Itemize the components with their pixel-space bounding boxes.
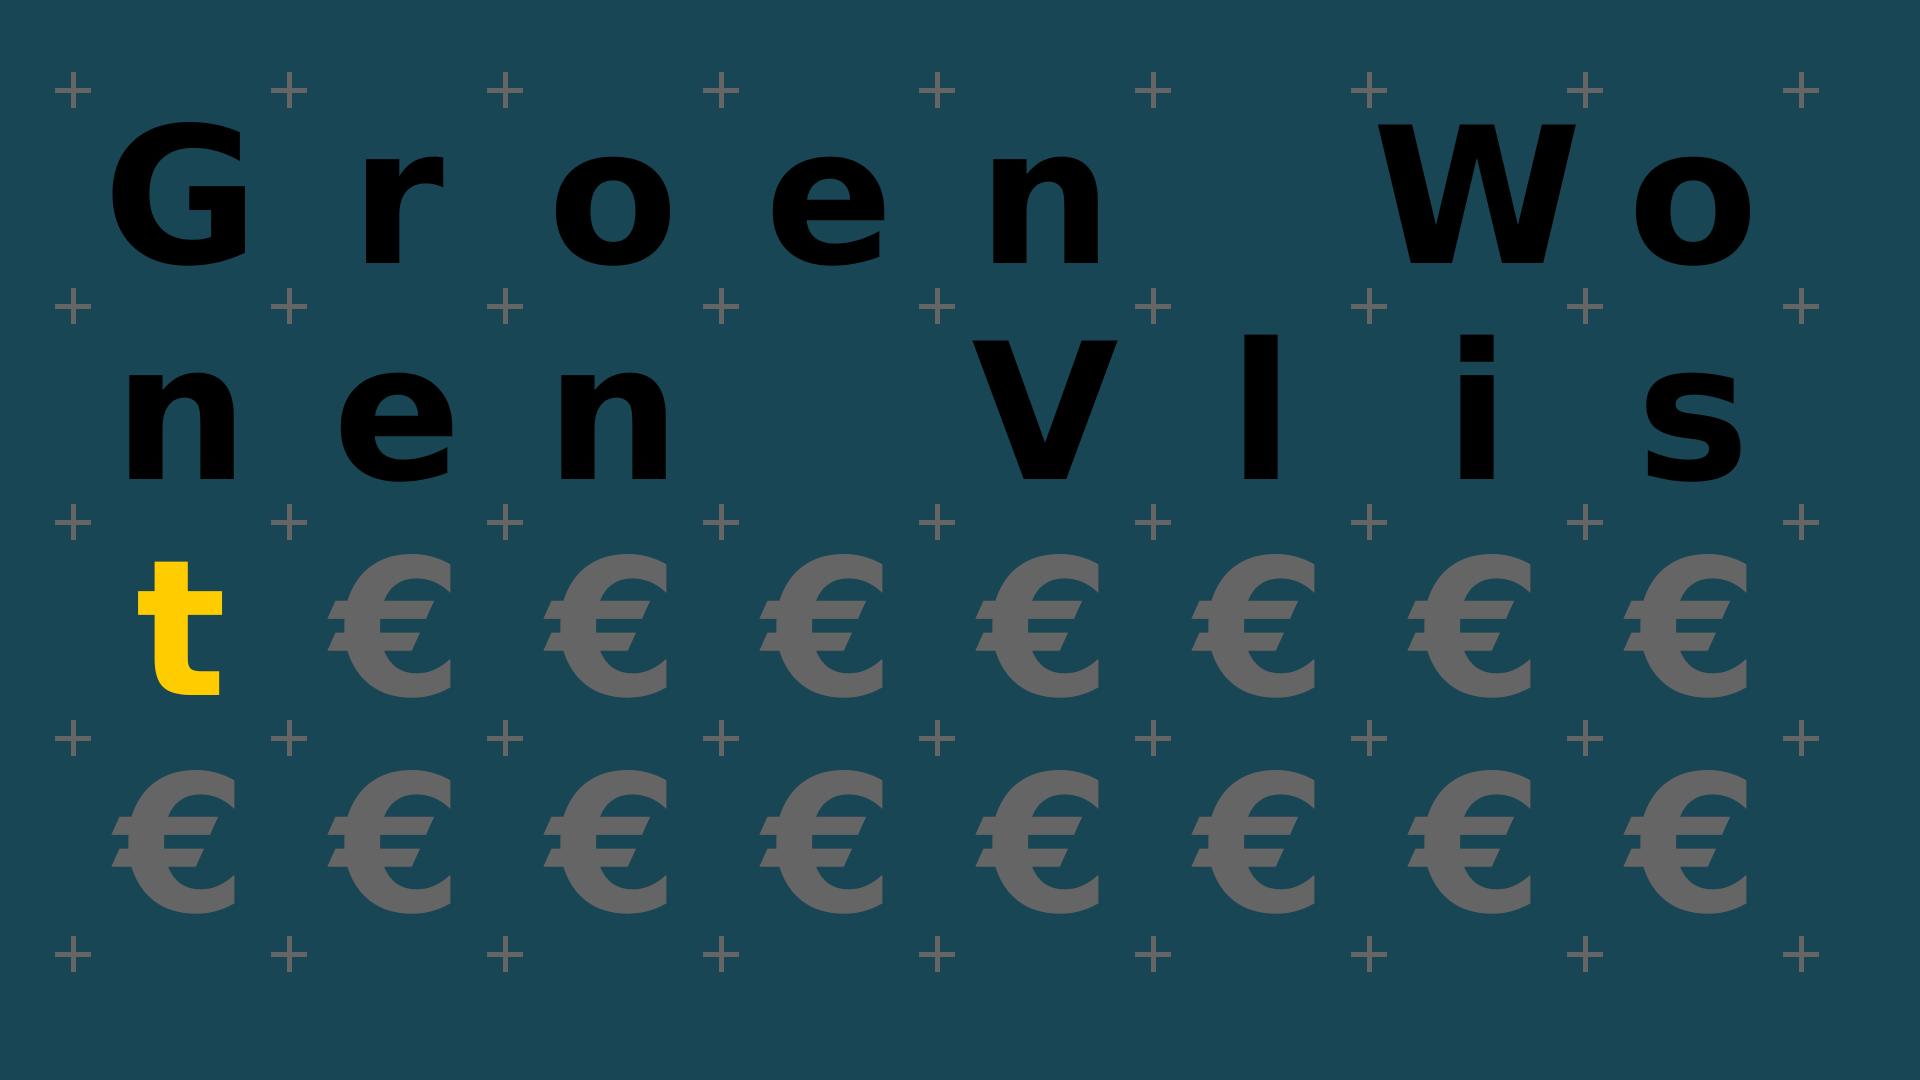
letter-cell: e bbox=[764, 87, 894, 308]
euro-filler-cell: € bbox=[330, 735, 464, 956]
letter-cell: r bbox=[350, 87, 444, 308]
euro-filler-cell: € bbox=[1626, 735, 1760, 956]
euro-filler-cell: € bbox=[1194, 519, 1328, 740]
euro-filler-cell: € bbox=[1410, 519, 1544, 740]
euro-filler-cell: € bbox=[546, 519, 680, 740]
letter-cell: o bbox=[547, 87, 679, 308]
euro-filler-cell: € bbox=[1194, 735, 1328, 956]
letter-cell: l bbox=[1228, 303, 1294, 524]
euro-filler-cell: € bbox=[330, 519, 464, 740]
letter-cell: n bbox=[545, 303, 681, 524]
letter-cell: G bbox=[103, 87, 259, 308]
letter-cell: e bbox=[332, 303, 462, 524]
euro-filler-cell: € bbox=[762, 519, 896, 740]
euro-filler-cell: € bbox=[978, 735, 1112, 956]
letter-cell: i bbox=[1444, 303, 1510, 524]
empty-cell bbox=[721, 306, 937, 522]
euro-filler-cell: € bbox=[978, 519, 1112, 740]
letter-cell: W bbox=[1372, 87, 1582, 308]
letter-cell: V bbox=[971, 303, 1119, 524]
euro-filler-cell: € bbox=[546, 735, 680, 956]
letter-grid-board: Gr o e n Wo n e n Vl i s t € € € € € € € € € € € € € € € bbox=[0, 0, 1920, 1080]
euro-filler-cell: € bbox=[114, 735, 248, 956]
euro-filler-cell: € bbox=[1626, 519, 1760, 740]
euro-filler-cell: € bbox=[1410, 735, 1544, 956]
highlighted-letter-cell: t bbox=[135, 519, 227, 740]
euro-filler-cell: € bbox=[762, 735, 896, 956]
empty-cell bbox=[1153, 90, 1369, 306]
letter-cell: s bbox=[1636, 303, 1750, 524]
letter-cell: o bbox=[1627, 87, 1759, 308]
letter-cell: n bbox=[113, 303, 249, 524]
letter-cell: n bbox=[977, 87, 1113, 308]
